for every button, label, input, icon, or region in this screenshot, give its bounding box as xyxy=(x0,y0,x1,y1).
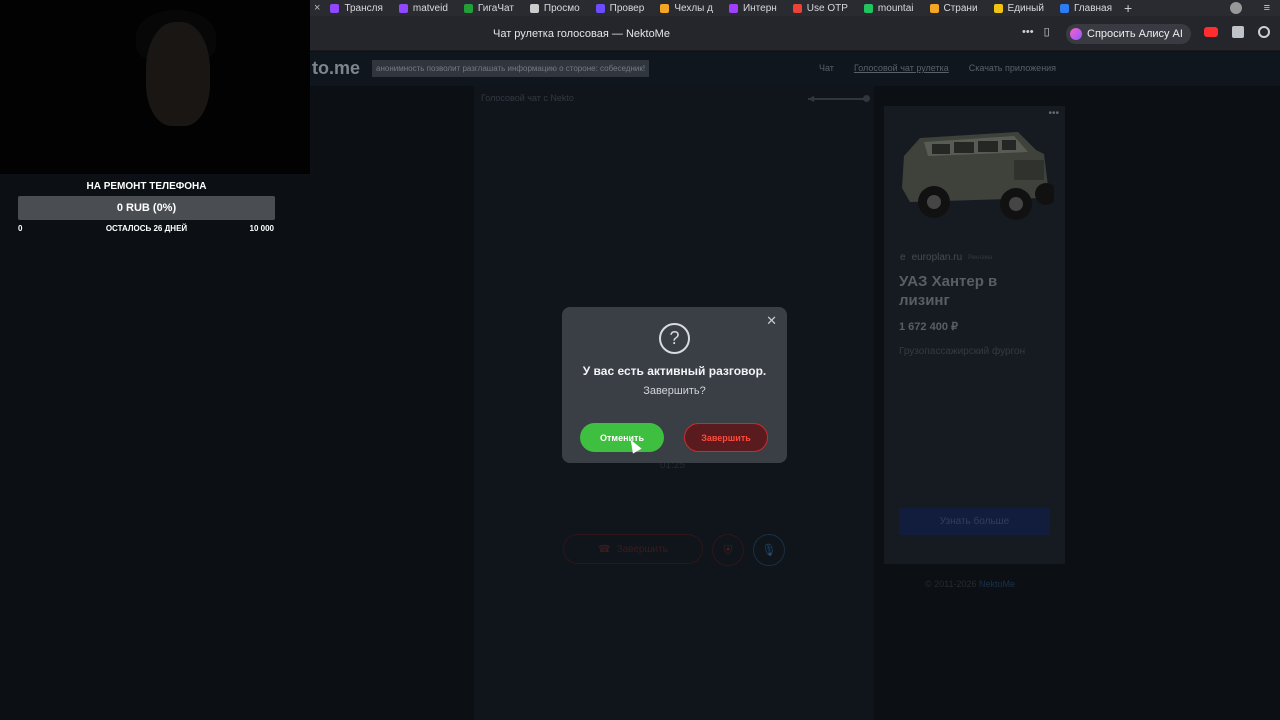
tab-label: ГигаЧат xyxy=(477,2,514,14)
webcam-feed xyxy=(0,0,310,174)
tab-favicon-icon xyxy=(330,3,340,13)
page-title: Чат рулетка голосовая — NektoMe xyxy=(493,28,670,40)
ask-alice-button[interactable]: Спросить Алису AI xyxy=(1066,24,1191,44)
tab-label: Чехлы д xyxy=(674,2,713,14)
browser-tab[interactable]: mountai xyxy=(854,0,920,16)
browser-tab[interactable]: Use OTP xyxy=(783,0,854,16)
tab-label: Use OTP xyxy=(806,2,848,14)
end-call-dialog: ✕ ? У вас есть активный разговор. Заверш… xyxy=(562,307,787,463)
confirm-end-button[interactable]: Завершить xyxy=(684,423,768,452)
close-icon[interactable]: ✕ xyxy=(766,313,777,329)
tab-label: Провер xyxy=(609,2,645,14)
browser-tab[interactable]: Интерн xyxy=(719,0,783,16)
tab-favicon-icon xyxy=(929,3,939,13)
tab-label: Страни xyxy=(943,2,978,14)
browser-tab[interactable]: Главная xyxy=(1050,0,1118,16)
dialog-subtitle: Завершить? xyxy=(643,385,706,397)
bookmark-icon[interactable]: ▯ xyxy=(1044,25,1050,38)
question-icon: ? xyxy=(659,323,690,354)
tab-favicon-icon xyxy=(1059,3,1069,13)
tab-favicon-icon xyxy=(993,3,1003,13)
browser-tab[interactable]: matveid xyxy=(389,0,454,16)
tab-label: Единый xyxy=(1007,2,1044,14)
browser-tab[interactable]: Единый xyxy=(984,0,1050,16)
cancel-button[interactable]: Отменить xyxy=(580,423,664,452)
tab-favicon-icon xyxy=(660,3,670,13)
ask-alice-label: Спросить Алису AI xyxy=(1087,28,1183,40)
browser-tab[interactable]: Чехлы д xyxy=(650,0,719,16)
tab-label: mountai xyxy=(877,2,914,14)
fundraiser-max: 10 000 xyxy=(249,224,274,233)
tab-favicon-icon xyxy=(595,3,605,13)
tab-label: Трансля xyxy=(344,2,383,14)
tab-favicon-icon xyxy=(398,3,408,13)
browser-tab[interactable]: Провер xyxy=(586,0,651,16)
tab-label: Интерн xyxy=(742,2,777,14)
youtube-extension-icon[interactable] xyxy=(1204,27,1218,37)
new-tab-icon[interactable]: + xyxy=(1124,0,1132,16)
tab-favicon-icon xyxy=(792,3,802,13)
extension-icon-2[interactable] xyxy=(1258,26,1270,38)
tab-label: Просмо xyxy=(543,2,580,14)
profile-icon[interactable] xyxy=(1229,2,1242,14)
tab-favicon-icon xyxy=(529,3,539,13)
webcam-face xyxy=(146,22,210,126)
tab-favicon-icon xyxy=(728,3,738,13)
browser-tab[interactable]: Страни xyxy=(920,0,984,16)
dialog-title: У вас есть активный разговор. xyxy=(582,364,767,378)
fundraiser-amount: 0 RUB (0%) xyxy=(116,202,177,214)
extension-icon[interactable] xyxy=(1232,26,1244,38)
browser-tab[interactable]: Трансля xyxy=(320,0,388,16)
screen: × Трансля matveid ГигаЧат Просмо Провер Чехлы… xyxy=(0,0,1280,720)
tab-label: Главная xyxy=(1073,2,1112,14)
browser-tab[interactable]: Просмо xyxy=(520,0,586,16)
more-icon[interactable]: ••• xyxy=(1022,26,1034,38)
fundraiser-title: НА РЕМОНТ ТЕЛЕФОНА xyxy=(86,181,207,192)
alice-icon xyxy=(1070,28,1082,40)
menu-icon[interactable]: ≡ xyxy=(1264,2,1270,14)
fundraiser-progress-bar: 0 RUB (0%) xyxy=(18,196,275,220)
tab-favicon-icon xyxy=(863,3,873,13)
tab-favicon-icon xyxy=(463,3,473,13)
tab-label: matveid xyxy=(412,2,448,14)
browser-tab[interactable]: ГигаЧат xyxy=(454,0,520,16)
